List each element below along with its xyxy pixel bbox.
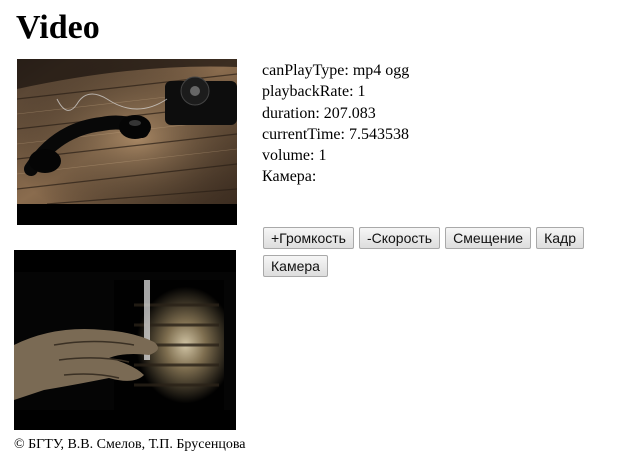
video-info-panel: canPlayType: mp4 ogg playbackRate: 1 dur… [262,60,409,188]
main-video-player[interactable] [17,59,237,225]
speed-down-button[interactable]: -Скорость [358,227,441,249]
playback-rate-text: playbackRate: 1 [262,83,366,101]
camera-video-player[interactable] [14,250,236,430]
copyright-footer: © БГТУ, В.В. Смелов, Т.П. Брусенцова [14,437,246,452]
volume-up-button[interactable]: +Громкость [263,227,354,249]
video-controls: +Громкость -Скорость Смещение Кадр Камера [262,227,616,283]
camera-text: Камера: [262,168,317,186]
duration-text: duration: 207.083 [262,104,376,122]
current-time-text: currentTime: 7.543538 [262,125,409,143]
can-play-type-text: canPlayType: mp4 ogg [262,62,410,79]
telephone-video-frame [17,59,237,225]
frame-button[interactable]: Кадр [536,227,584,249]
offset-button[interactable]: Смещение [445,227,532,249]
camera-button[interactable]: Камера [263,255,328,277]
volume-text: volume: 1 [262,147,327,165]
radio-video-frame [14,250,236,430]
page-title: Video [16,9,100,46]
